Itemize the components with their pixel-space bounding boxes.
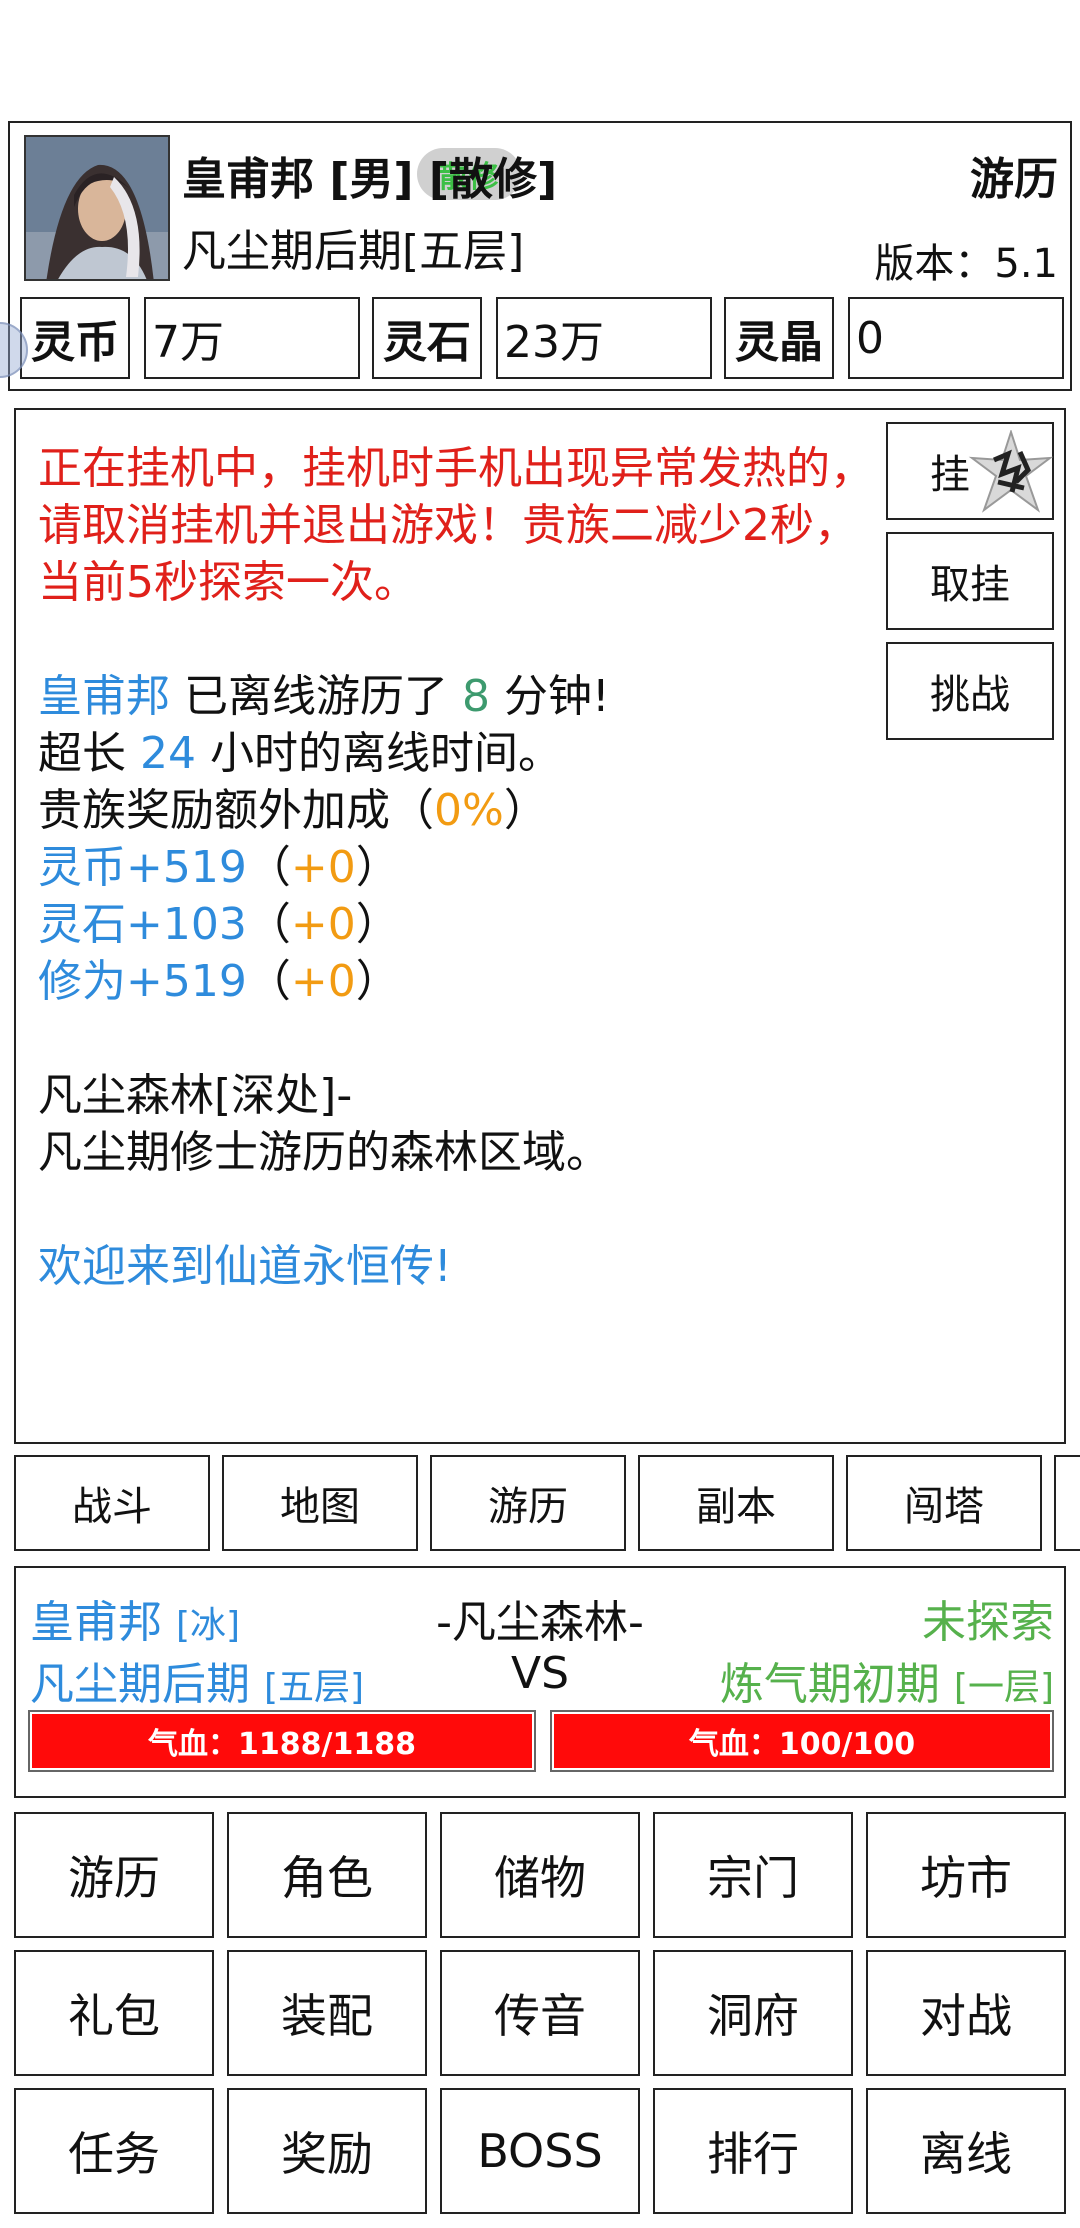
menu-duel-button[interactable]: 对战 xyxy=(866,1950,1066,2076)
menu-equip-button[interactable]: 装配 xyxy=(227,1950,427,2076)
lingjing-label: 灵晶 xyxy=(724,297,834,379)
player-name-line: 皇甫邦 [男] 散修 [散修] xyxy=(182,143,557,207)
player-gender: [男] xyxy=(329,154,414,205)
lingbi-label: 灵币 xyxy=(20,297,130,379)
bonus-line: 贵族奖励额外加成（0%） xyxy=(38,782,878,839)
reward-extra: +0 xyxy=(290,899,356,950)
player-name: 皇甫邦 xyxy=(182,154,314,205)
hang-label: 挂 xyxy=(930,452,970,498)
avatar-portrait xyxy=(26,137,168,279)
menu-travel-button[interactable]: 游历 xyxy=(14,1812,214,1938)
menu-quest-button[interactable]: 任务 xyxy=(14,2088,214,2214)
player-realm: 凡尘期后期[五层] xyxy=(182,226,525,277)
reward-text: 灵石+103 xyxy=(38,899,247,950)
enemy-hp-bar: 气血：100/100 xyxy=(550,1710,1054,1772)
menu-offline-button[interactable]: 离线 xyxy=(866,2088,1066,2214)
battle-panel: 皇甫邦 [冰] -凡尘森林- 未探索 凡尘期后期 [五层] VS 炼气期初期 [… xyxy=(14,1566,1066,1798)
bonus-post: ） xyxy=(503,785,548,836)
offline-end: 分钟! xyxy=(489,671,610,722)
challenge-button[interactable]: 挑战 xyxy=(886,642,1054,740)
menu-gift-button[interactable]: 礼包 xyxy=(14,1950,214,2076)
tab-battle[interactable]: 战斗 xyxy=(14,1455,210,1551)
offline-mid: 已离线游历了 xyxy=(170,671,462,722)
lingjing-value: 0 xyxy=(848,297,1064,379)
battle-map-name: -凡尘森林- xyxy=(436,1597,644,1648)
menu-market-button[interactable]: 坊市 xyxy=(866,1812,1066,1938)
tab-tower[interactable]: 闯塔 xyxy=(846,1455,1042,1551)
reward-text: 灵币+519 xyxy=(38,842,247,893)
battle-enemy-layer: [一层] xyxy=(953,1667,1054,1708)
reward-extra: +0 xyxy=(290,956,356,1007)
menu-ranking-button[interactable]: 排行 xyxy=(653,2088,853,2214)
reward-text: 修为+519 xyxy=(38,956,247,1007)
menu-storage-button[interactable]: 储物 xyxy=(440,1812,640,1938)
lingshi-label: 灵石 xyxy=(372,297,482,379)
tab-travel[interactable]: 游历 xyxy=(430,1455,626,1551)
menu-boss-button[interactable]: BOSS xyxy=(440,2088,640,2214)
battle-enemy-realm: 炼气期初期 xyxy=(719,1659,940,1710)
menu-message-button[interactable]: 传音 xyxy=(440,1950,640,2076)
mode-label: 游历 xyxy=(970,154,1058,205)
reward-line: 修为+519（+0） xyxy=(38,956,400,1007)
location-desc: 凡尘期修士游历的森林区域。 xyxy=(38,1127,610,1178)
welcome-text: 欢迎来到仙道永恒传! xyxy=(38,1241,452,1292)
menu-sect-button[interactable]: 宗门 xyxy=(653,1812,853,1938)
max-pre: 超长 xyxy=(38,728,140,779)
reward-line: 灵币+519（+0） xyxy=(38,842,400,893)
menu-reward-button[interactable]: 奖励 xyxy=(227,2088,427,2214)
avatar[interactable] xyxy=(24,135,170,281)
menu-cave-button[interactable]: 洞府 xyxy=(653,1950,853,2076)
player-hp-bar: 气血：1188/1188 xyxy=(28,1710,536,1772)
lingshi-value: 23万 xyxy=(496,297,712,379)
bonus-pct: 0% xyxy=(434,785,504,836)
cancel-hang-button[interactable]: 取挂 xyxy=(886,532,1054,630)
tab-overflow[interactable] xyxy=(1054,1455,1080,1551)
hang-button[interactable]: 挂 xyxy=(886,422,1054,520)
max-hours: 24 xyxy=(140,728,196,779)
battle-enemy-realm-line: 炼气期初期 [一层] xyxy=(720,1648,1054,1712)
hang-warning: 正在挂机中，挂机时手机出现异常发热的，请取消挂机并退出游戏！贵族二减少2秒，当前… xyxy=(38,443,874,608)
player-sect: 散修 [散修] xyxy=(416,148,558,205)
location-name: 凡尘森林[深处]- xyxy=(38,1070,353,1121)
max-offline-line: 超长 24 小时的离线时间。 xyxy=(38,725,878,782)
battle-enemy-name: 未探索 xyxy=(922,1597,1054,1648)
lingbi-value: 7万 xyxy=(144,297,360,379)
reward-extra: +0 xyxy=(290,842,356,893)
offline-minutes: 8 xyxy=(461,671,490,722)
offline-line: 皇甫邦 已离线游历了 8 分钟! xyxy=(38,668,878,725)
max-post: 小时的离线时间。 xyxy=(196,728,562,779)
log-text: 正在挂机中，挂机时手机出现异常发热的，请取消挂机并退出游戏！贵族二减少2秒，当前… xyxy=(38,440,878,1295)
tab-map[interactable]: 地图 xyxy=(222,1455,418,1551)
tab-dungeon[interactable]: 副本 xyxy=(638,1455,834,1551)
offline-name: 皇甫邦 xyxy=(38,671,170,722)
menu-character-button[interactable]: 角色 xyxy=(227,1812,427,1938)
version-label: 版本：5.1 xyxy=(874,241,1058,287)
player-sect-text: [散修] xyxy=(428,154,558,205)
hang-emblem-icon xyxy=(968,430,1054,513)
profile-panel: 皇甫邦 [男] 散修 [散修] 凡尘期后期[五层] 游历 版本：5.1 灵币 7万… xyxy=(8,121,1072,391)
bonus-pre: 贵族奖励额外加成（ xyxy=(38,785,434,836)
reward-line: 灵石+103（+0） xyxy=(38,899,400,950)
log-panel: 正在挂机中，挂机时手机出现异常发热的，请取消挂机并退出游戏！贵族二减少2秒，当前… xyxy=(14,408,1066,1444)
